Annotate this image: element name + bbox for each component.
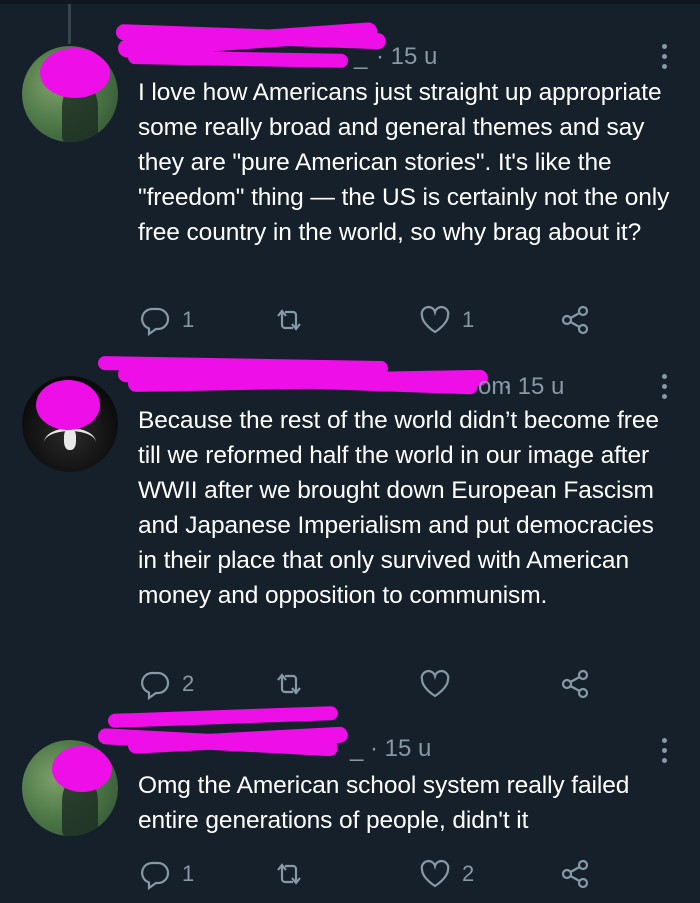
more-options-icon[interactable] [662,374,670,404]
top-divider [0,0,700,4]
tweet-header: om · 15 u [97,356,658,404]
share-icon [561,859,589,889]
avatar[interactable] [22,46,118,142]
avatar[interactable] [22,740,118,836]
timestamp[interactable]: · 15 u [376,40,437,74]
avatar-emblem-body [64,428,76,450]
timestamp[interactable]: · 15 u [370,732,431,766]
reply-count: 2 [182,671,195,696]
tweet-actions: 1 1 [138,302,608,338]
tweet-header: _ · 15 u [115,21,658,74]
retweet-icon [277,863,301,885]
redacted-username [107,705,339,728]
heart-icon [420,669,450,698]
reply-button[interactable]: 1 [138,856,194,892]
timestamp[interactable]: · 15 u [503,370,564,404]
heart-icon [420,305,450,334]
heart-icon [420,859,450,888]
thread-connector-line [68,4,71,44]
retweet-button[interactable] [272,666,306,702]
redaction-mark [40,48,110,98]
retweet-button[interactable] [272,856,306,892]
tweet-actions: 1 2 [138,856,608,892]
more-options-icon[interactable] [662,44,670,74]
retweet-icon [277,309,301,331]
display-name-fragment: _ [350,735,364,762]
reply-count: 1 [182,861,195,886]
like-button[interactable]: 1 [418,302,474,338]
reply-button[interactable]: 1 [138,302,194,338]
tweet-text: Omg the American school system really fa… [138,772,630,834]
display-name-fragment: _ [354,43,368,70]
share-icon [561,669,589,699]
reply-icon [141,671,170,701]
reply-icon [141,861,170,891]
share-button[interactable] [558,856,592,892]
reply-button[interactable]: 2 [138,666,194,702]
tweet-header: _ · 15 u [97,705,658,766]
tweet-text: Because the rest of the world didn’t bec… [138,407,659,609]
tweet-text: I love how Americans just straight up ap… [138,79,670,246]
like-button[interactable] [418,666,462,702]
reply-count: 1 [182,307,195,332]
like-count: 1 [462,307,475,332]
more-options-icon[interactable] [662,738,670,768]
like-button[interactable]: 2 [418,856,474,892]
redaction-mark [52,746,112,792]
tweet-actions: 2 [138,666,608,702]
retweet-button[interactable] [272,302,306,338]
retweet-icon [277,673,301,695]
share-button[interactable] [558,666,592,702]
avatar[interactable] [22,376,118,472]
redaction-mark [36,380,100,430]
share-button[interactable] [558,302,592,338]
reply-icon [141,307,170,337]
like-count: 2 [462,861,475,886]
share-icon [561,305,589,335]
redacted-username [127,50,349,68]
